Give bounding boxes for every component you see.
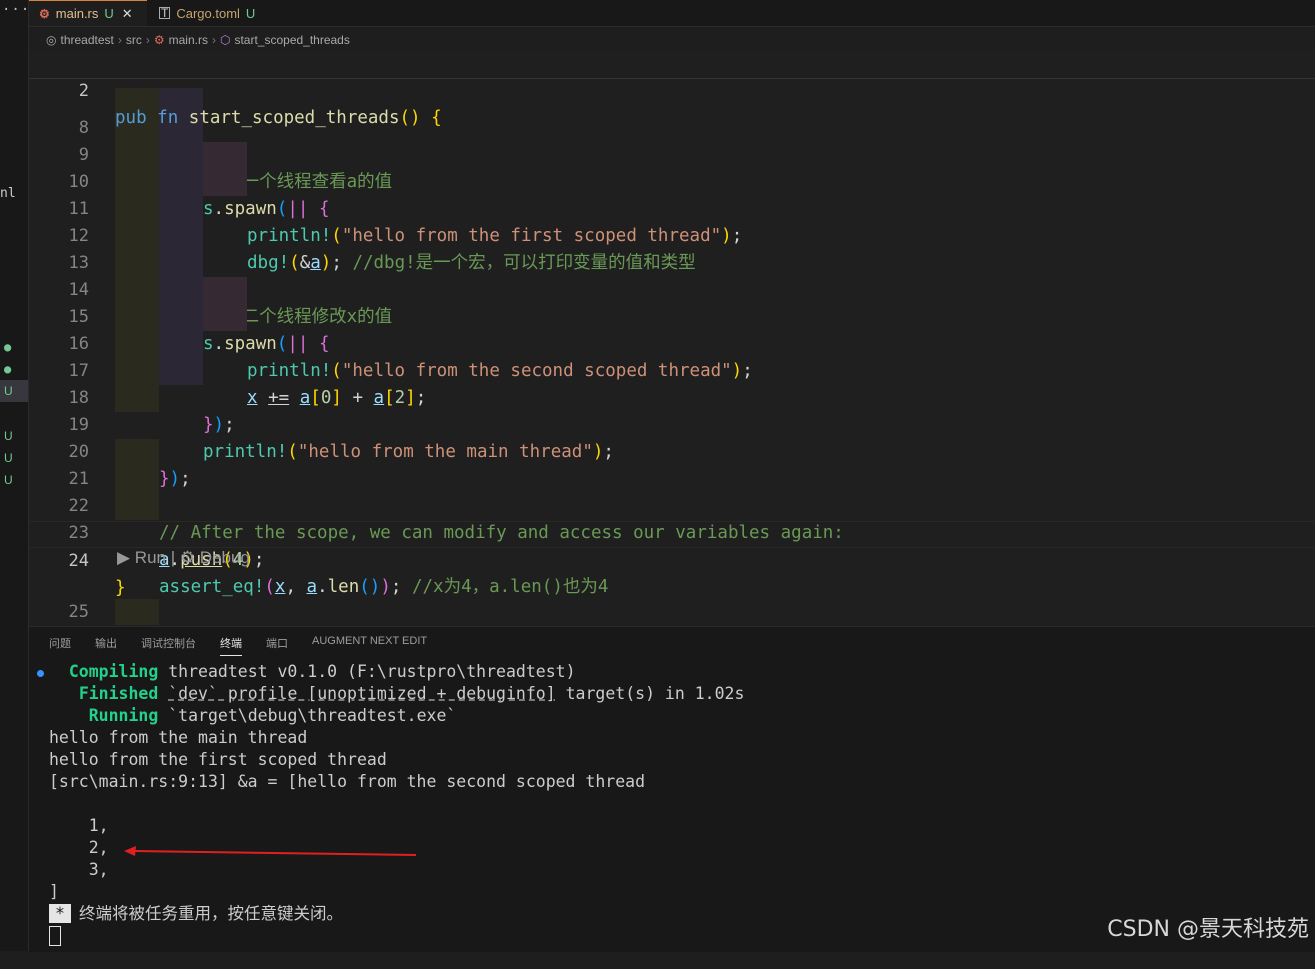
tab-label: Cargo.toml <box>176 5 240 21</box>
code-editor[interactable]: 2 pub fn start_scoped_threads() { 8 //第一… <box>29 51 1315 625</box>
chevron-right-icon: › <box>117 33 122 47</box>
close-icon[interactable]: ✕ <box>122 6 133 22</box>
sticky-scroll-header[interactable]: 2 pub fn start_scoped_threads() { <box>29 51 1315 128</box>
status-mark: U <box>4 429 13 443</box>
terminal-line: * 终端将被任务重用，按任意键关闭。 <box>49 903 343 925</box>
rust-file-icon: ⚙ <box>39 6 50 21</box>
breadcrumb: ◎ threadtest › src › ⚙ main.rs › ⬡ start… <box>46 30 354 50</box>
tab-status: U <box>104 6 114 21</box>
tab-cargo-toml[interactable]: T Cargo.toml U <box>149 0 285 26</box>
bottom-panel: 问题 输出 调试控制台 终端 端口 AUGMENT NEXT EDIT Comp… <box>29 626 1315 952</box>
breadcrumb-item[interactable]: start_scoped_threads <box>234 33 349 47</box>
code-line: pub fn start_scoped_threads() { <box>115 108 442 128</box>
tab-terminal[interactable]: 终端 <box>220 635 242 656</box>
folder-target-icon: ◎ <box>46 33 57 47</box>
chevron-right-icon: › <box>145 33 150 47</box>
tab-augment-next-edit[interactable]: AUGMENT NEXT EDIT <box>312 635 427 656</box>
git-dot-icon: ● <box>4 340 12 354</box>
explorer-strip: ··· nl ● ● U U U U <box>0 0 29 951</box>
terminal-line: [src\main.rs:9:13] &a = [hello from the … <box>49 772 646 791</box>
terminal-line: hello from the first scoped thread <box>49 750 387 769</box>
terminal-line: Running `target\debug\threadtest.exe` <box>88 706 457 725</box>
tab-output[interactable]: 输出 <box>95 635 117 656</box>
task-reuse-marker: * <box>49 904 71 923</box>
tab-main-rs[interactable]: ⚙ main.rs U ✕ <box>29 0 147 26</box>
breadcrumb-item[interactable]: main.rs <box>169 33 208 47</box>
terminal-line: 3, <box>49 860 109 879</box>
line-number: 24 <box>68 551 89 571</box>
symbol-method-icon: ⬡ <box>219 33 231 47</box>
rust-file-icon: ⚙ <box>153 33 165 47</box>
terminal-line: hello from the main thread <box>49 728 308 747</box>
status-mark: U <box>4 473 13 487</box>
terminal-line: Compiling threadtest v0.1.0 (F:\rustpro\… <box>68 662 576 681</box>
codelens-run-debug[interactable]: ▶ Run | ⚙ Debug <box>117 548 250 568</box>
task-reuse-message: 终端将被任务重用，按任意键关闭。 <box>78 904 343 923</box>
annotation-arrow-icon <box>124 846 417 856</box>
terminal-line: ] <box>49 882 59 901</box>
line-number: 2 <box>78 81 89 101</box>
tab-debug-console[interactable]: 调试控制台 <box>141 635 196 656</box>
more-icon[interactable]: ··· <box>2 2 30 18</box>
toml-file-icon: T <box>159 6 171 20</box>
status-mark: U <box>4 384 13 398</box>
git-dot-icon: ● <box>4 362 12 376</box>
status-mark: U <box>4 451 13 465</box>
tab-problems[interactable]: 问题 <box>49 635 71 656</box>
breadcrumb-item[interactable]: threadtest <box>60 33 113 47</box>
tab-status: U <box>245 5 256 21</box>
chevron-right-icon: › <box>211 33 216 47</box>
terminal-cursor <box>49 926 61 946</box>
terminal-line: Finished `dev` profile [unoptimized + de… <box>78 684 745 703</box>
terminal-line: 2, <box>49 838 109 857</box>
editor-tab-bar: ⚙ main.rs U ✕ T Cargo.toml U <box>29 0 1315 27</box>
explorer-partial-item[interactable]: nl <box>0 186 16 201</box>
tab-ports[interactable]: 端口 <box>266 635 288 656</box>
tab-label: main.rs <box>55 6 99 21</box>
breadcrumb-item[interactable]: src <box>126 33 142 47</box>
watermark: CSDN @景天科技苑 <box>1107 917 1309 942</box>
panel-tabs: 问题 输出 调试控制台 终端 端口 AUGMENT NEXT EDIT <box>49 635 451 656</box>
terminal-line: 1, <box>49 816 109 835</box>
